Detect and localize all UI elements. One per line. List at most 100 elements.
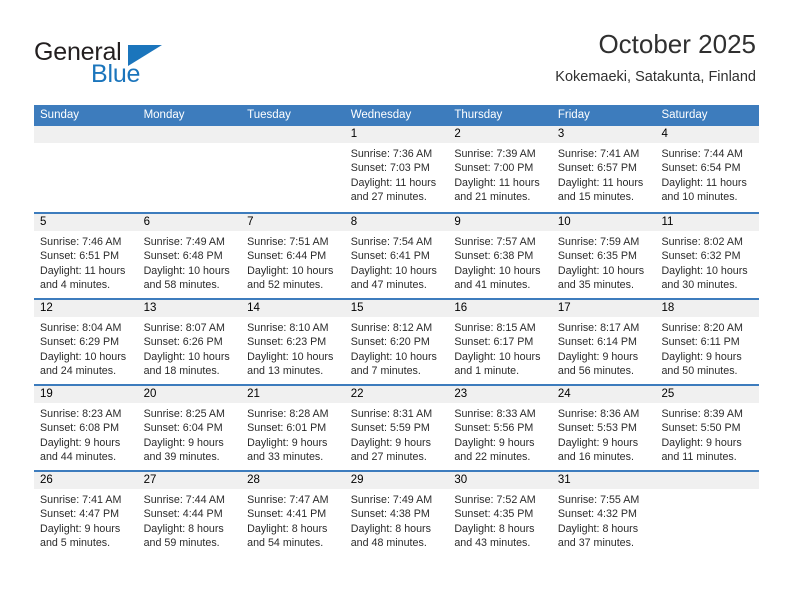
page-title: October 2025 bbox=[598, 29, 756, 59]
calendar-day-cell[interactable]: 24 Sunrise: 8:36 AM Sunset: 5:53 PM Dayligh… bbox=[551, 386, 656, 470]
day-details: Sunrise: 8:07 AM Sunset: 6:26 PM Daylight:… bbox=[138, 317, 242, 378]
calendar-day-cell[interactable]: 28 Sunrise: 7:47 AM Sunset: 4:41 PM Dayligh… bbox=[241, 472, 345, 556]
daylight-text-line1: Daylight: 10 hours bbox=[350, 350, 437, 363]
calendar-day-cell[interactable]: 15 Sunrise: 8:12 AM Sunset: 6:20 PM Dayligh… bbox=[344, 300, 449, 384]
sunset-text: Sunset: 6:29 PM bbox=[40, 336, 120, 349]
daylight-text-line2: and 54 minutes. bbox=[247, 536, 324, 549]
calendar-day-cell[interactable]: 13 Sunrise: 8:07 AM Sunset: 6:26 PM Dayligh… bbox=[137, 300, 242, 384]
day-number bbox=[34, 126, 138, 143]
day-details: Sunrise: 8:28 AM Sunset: 6:01 PM Daylight:… bbox=[241, 403, 345, 464]
day-number: 7 bbox=[241, 214, 345, 231]
daylight-text-line1: Daylight: 9 hours bbox=[143, 436, 224, 449]
daylight-text-line1: Daylight: 9 hours bbox=[40, 436, 121, 449]
sunrise-text: Sunrise: 7:55 AM bbox=[557, 494, 640, 506]
daylight-text-line2: and 7 minutes. bbox=[350, 364, 421, 377]
daylight-text-line1: Daylight: 9 hours bbox=[557, 436, 639, 449]
calendar-day-cell[interactable]: 6 Sunrise: 7:49 AM Sunset: 6:48 PM Daylight… bbox=[137, 214, 242, 298]
sunrise-text: Sunrise: 8:04 AM bbox=[40, 322, 122, 334]
calendar-day-cell[interactable]: 20 Sunrise: 8:25 AM Sunset: 6:04 PM Dayligh… bbox=[137, 386, 242, 470]
sunset-text: Sunset: 4:32 PM bbox=[557, 508, 637, 521]
sunrise-text: Sunrise: 7:44 AM bbox=[143, 494, 225, 506]
calendar-day-cell[interactable]: 26 Sunrise: 7:41 AM Sunset: 4:47 PM Dayligh… bbox=[34, 472, 138, 556]
day-number: 14 bbox=[241, 300, 345, 317]
calendar-day-cell[interactable]: 12 Sunrise: 8:04 AM Sunset: 6:29 PM Dayligh… bbox=[34, 300, 138, 384]
calendar-day-cell[interactable]: 27 Sunrise: 7:44 AM Sunset: 4:44 PM Dayligh… bbox=[137, 472, 242, 556]
sunset-text: Sunset: 4:44 PM bbox=[143, 508, 223, 521]
day-number: 19 bbox=[34, 386, 138, 403]
daylight-text-line1: Daylight: 11 hours bbox=[661, 176, 747, 189]
daylight-text-line2: and 22 minutes. bbox=[454, 450, 531, 463]
daylight-text-line2: and 39 minutes. bbox=[143, 450, 220, 463]
calendar-day-cell[interactable]: 1 Sunrise: 7:36 AM Sunset: 7:03 PM Daylight… bbox=[344, 126, 449, 212]
calendar-day-cell[interactable]: 25 Sunrise: 8:39 AM Sunset: 5:50 PM Dayligh… bbox=[655, 386, 760, 470]
sunrise-text: Sunrise: 8:17 AM bbox=[557, 322, 640, 334]
sunset-text: Sunset: 6:14 PM bbox=[557, 336, 637, 349]
calendar-day-cell[interactable]: 7 Sunrise: 7:51 AM Sunset: 6:44 PM Daylight… bbox=[241, 214, 345, 298]
daylight-text-line2: and 13 minutes. bbox=[247, 364, 324, 377]
sunrise-text: Sunrise: 8:23 AM bbox=[40, 408, 122, 420]
calendar-day-cell[interactable]: 29 Sunrise: 7:49 AM Sunset: 4:38 PM Dayligh… bbox=[344, 472, 449, 556]
daylight-text-line1: Daylight: 10 hours bbox=[661, 264, 748, 277]
sunset-text: Sunset: 6:51 PM bbox=[40, 250, 120, 263]
daylight-text-line2: and 59 minutes. bbox=[143, 536, 220, 549]
calendar-day-cell[interactable]: 16 Sunrise: 8:15 AM Sunset: 6:17 PM Dayligh… bbox=[448, 300, 552, 384]
sunrise-text: Sunrise: 7:52 AM bbox=[454, 494, 536, 506]
day-number: 24 bbox=[551, 386, 656, 403]
sunrise-text: Sunrise: 7:49 AM bbox=[350, 494, 433, 506]
sunrise-text: Sunrise: 7:49 AM bbox=[143, 236, 225, 248]
day-details: Sunrise: 7:59 AM Sunset: 6:35 PM Daylight:… bbox=[552, 231, 656, 292]
daylight-text-line2: and 47 minutes. bbox=[350, 278, 427, 291]
day-details: Sunrise: 8:31 AM Sunset: 5:59 PM Daylight:… bbox=[345, 403, 449, 464]
calendar-day-cell[interactable]: 3 Sunrise: 7:41 AM Sunset: 6:57 PM Daylight… bbox=[551, 126, 656, 212]
calendar-day-cell[interactable]: 14 Sunrise: 8:10 AM Sunset: 6:23 PM Dayligh… bbox=[241, 300, 345, 384]
sunrise-text: Sunrise: 8:20 AM bbox=[661, 322, 743, 334]
calendar-day-cell[interactable]: 2 Sunrise: 7:39 AM Sunset: 7:00 PM Daylight… bbox=[448, 126, 552, 212]
sunset-text: Sunset: 4:47 PM bbox=[40, 508, 120, 521]
sunrise-text: Sunrise: 7:41 AM bbox=[557, 148, 640, 160]
calendar-day-cell[interactable]: 22 Sunrise: 8:31 AM Sunset: 5:59 PM Dayligh… bbox=[344, 386, 449, 470]
calendar-grid: Sunday Monday Tuesday Wednesday Thursday… bbox=[34, 105, 760, 556]
day-number: 5 bbox=[34, 214, 138, 231]
calendar-day-cell[interactable]: 10 Sunrise: 7:59 AM Sunset: 6:35 PM Dayligh… bbox=[551, 214, 656, 298]
daylight-text-line1: Daylight: 10 hours bbox=[454, 350, 541, 363]
weekday-header-wednesday: Wednesday bbox=[350, 109, 412, 121]
calendar-day-cell[interactable]: 17 Sunrise: 8:17 AM Sunset: 6:14 PM Dayligh… bbox=[551, 300, 656, 384]
calendar-day-cell[interactable]: 31 Sunrise: 7:55 AM Sunset: 4:32 PM Dayligh… bbox=[551, 472, 656, 556]
calendar-day-cell[interactable]: 18 Sunrise: 8:20 AM Sunset: 6:11 PM Dayligh… bbox=[655, 300, 760, 384]
sunrise-text: Sunrise: 8:07 AM bbox=[143, 322, 225, 334]
daylight-text-line1: Daylight: 10 hours bbox=[247, 264, 334, 277]
calendar-day-cell[interactable]: 11 Sunrise: 8:02 AM Sunset: 6:32 PM Dayligh… bbox=[655, 214, 760, 298]
calendar-day-cell[interactable]: 21 Sunrise: 8:28 AM Sunset: 6:01 PM Dayligh… bbox=[241, 386, 345, 470]
sunrise-text: Sunrise: 8:33 AM bbox=[454, 408, 536, 420]
daylight-text-line2: and 21 minutes. bbox=[454, 190, 531, 203]
calendar-day-cell[interactable]: 4 Sunrise: 7:44 AM Sunset: 6:54 PM Daylight… bbox=[655, 126, 760, 212]
calendar-day-cell[interactable]: 19 Sunrise: 8:23 AM Sunset: 6:08 PM Dayligh… bbox=[34, 386, 138, 470]
sunrise-text: Sunrise: 8:12 AM bbox=[350, 322, 433, 334]
calendar-day-cell[interactable]: 30 Sunrise: 7:52 AM Sunset: 4:35 PM Dayligh… bbox=[448, 472, 552, 556]
day-number: 27 bbox=[137, 472, 242, 489]
day-number: 20 bbox=[137, 386, 242, 403]
calendar-day-cell[interactable]: 8 Sunrise: 7:54 AM Sunset: 6:41 PM Daylight… bbox=[344, 214, 449, 298]
sunset-text: Sunset: 6:44 PM bbox=[247, 250, 327, 263]
calendar-page: General Blue October 2025 Kokemaeki, Sat… bbox=[0, 0, 792, 612]
day-number bbox=[655, 472, 760, 489]
sunset-text: Sunset: 7:00 PM bbox=[454, 162, 534, 175]
daylight-text-line2: and 15 minutes. bbox=[557, 190, 634, 203]
day-details: Sunrise: 8:23 AM Sunset: 6:08 PM Daylight:… bbox=[34, 403, 138, 464]
calendar-day-cell[interactable]: 9 Sunrise: 7:57 AM Sunset: 6:38 PM Daylight… bbox=[448, 214, 552, 298]
daylight-text-line2: and 16 minutes. bbox=[557, 450, 634, 463]
day-details: Sunrise: 7:57 AM Sunset: 6:38 PM Daylight:… bbox=[448, 231, 552, 292]
sunrise-text: Sunrise: 8:28 AM bbox=[247, 408, 329, 420]
calendar-week-row: 19 Sunrise: 8:23 AM Sunset: 6:08 PM Dayligh… bbox=[34, 384, 760, 470]
day-number: 16 bbox=[448, 300, 552, 317]
day-number: 22 bbox=[344, 386, 449, 403]
sunset-text: Sunset: 4:35 PM bbox=[454, 508, 534, 521]
calendar-week-row: 26 Sunrise: 7:41 AM Sunset: 4:47 PM Dayligh… bbox=[34, 470, 760, 556]
sunset-text: Sunset: 5:50 PM bbox=[661, 422, 741, 435]
calendar-day-cell[interactable]: 5 Sunrise: 7:46 AM Sunset: 6:51 PM Daylight… bbox=[34, 214, 138, 298]
day-details: Sunrise: 7:41 AM Sunset: 4:47 PM Daylight:… bbox=[34, 489, 138, 550]
daylight-text-line1: Daylight: 9 hours bbox=[661, 350, 742, 363]
sunset-text: Sunset: 6:41 PM bbox=[350, 250, 430, 263]
sunset-text: Sunset: 6:01 PM bbox=[247, 422, 327, 435]
calendar-day-cell[interactable]: 23 Sunrise: 8:33 AM Sunset: 5:56 PM Dayligh… bbox=[448, 386, 552, 470]
